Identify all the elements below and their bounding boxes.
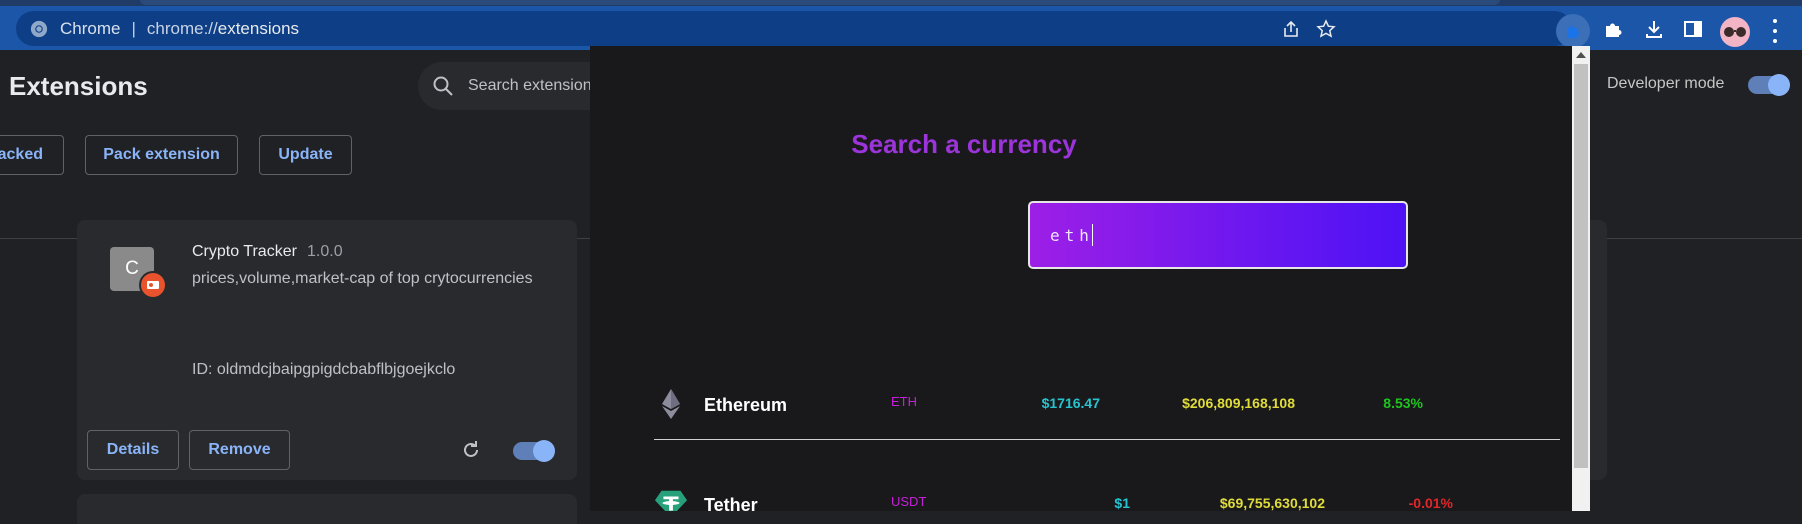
coin-change: -0.01% bbox=[1408, 495, 1453, 511]
ethereum-icon bbox=[654, 387, 688, 421]
coin-row[interactable]: Tether USDT $1 $69,755,630,102 -0.01% bbox=[654, 470, 1590, 511]
coin-row[interactable]: Ethereum ETH $1716.47 $206,809,168,108 8… bbox=[654, 370, 1560, 440]
coin-change: 8.53% bbox=[1383, 395, 1423, 411]
extension-enable-toggle[interactable] bbox=[513, 440, 555, 462]
crypto-tracker-popup: Search a currency eth Ethereum ETH $1716… bbox=[590, 46, 1590, 511]
tether-icon bbox=[654, 487, 688, 511]
puzzle-active-icon bbox=[1567, 26, 1579, 38]
extension-card: C Crypto Tracker 1.0.0 prices,volume,mar… bbox=[77, 220, 577, 480]
currency-search-input[interactable]: eth bbox=[1028, 201, 1408, 269]
browser-toolbar: Chrome | chrome://extensions bbox=[0, 6, 1802, 50]
developer-mode-toggle[interactable] bbox=[1748, 74, 1790, 96]
coin-symbol: USDT bbox=[891, 494, 927, 509]
coin-symbol: ETH bbox=[891, 394, 917, 409]
profile-avatar[interactable] bbox=[1720, 17, 1750, 47]
popup-scrollbar[interactable] bbox=[1572, 46, 1590, 511]
extension-id: ID: oldmdcjbaipgpigdcbabflbjgoejkclo bbox=[192, 361, 456, 378]
omnibox-separator: | bbox=[131, 18, 136, 38]
bookmark-star-icon[interactable] bbox=[1315, 18, 1337, 40]
extension-description: prices,volume,market-cap of top crytocur… bbox=[192, 270, 533, 287]
omnibox-scheme: Chrome bbox=[60, 18, 121, 38]
reload-icon[interactable] bbox=[459, 438, 483, 462]
popup-title-wrap: Search a currency bbox=[590, 129, 1590, 160]
details-button[interactable]: Details bbox=[87, 430, 179, 470]
coin-price: $1716.47 bbox=[1041, 395, 1100, 411]
currency-search-value: eth bbox=[1050, 225, 1094, 245]
remove-button[interactable]: Remove bbox=[189, 430, 290, 470]
unpacked-badge-icon bbox=[139, 271, 167, 299]
page-title: Extensions bbox=[9, 71, 148, 101]
extension-card-next bbox=[77, 494, 577, 524]
coin-market-cap: $206,809,168,108 bbox=[1182, 395, 1295, 411]
share-icon[interactable] bbox=[1280, 18, 1302, 40]
download-icon[interactable] bbox=[1642, 17, 1666, 41]
scrollbar-thumb[interactable] bbox=[1574, 64, 1588, 468]
address-bar[interactable]: Chrome | chrome://extensions bbox=[16, 11, 1572, 46]
coin-name: Ethereum bbox=[704, 395, 788, 415]
omnibox-url-prefix: chrome:// bbox=[146, 18, 218, 38]
omnibox-url: extensions bbox=[217, 18, 300, 38]
chrome-menu-icon[interactable] bbox=[1772, 19, 1778, 43]
side-panel-icon[interactable] bbox=[1681, 17, 1705, 41]
coin-name: Tether bbox=[704, 495, 758, 511]
load-unpacked-button[interactable]: acked bbox=[0, 135, 64, 175]
extension-name: Crypto Tracker bbox=[192, 243, 297, 260]
chrome-logo-icon bbox=[30, 20, 48, 37]
update-button[interactable]: Update bbox=[259, 135, 352, 175]
tab-strip-edge bbox=[140, 0, 1500, 5]
text-caret bbox=[1091, 224, 1093, 246]
search-icon bbox=[433, 76, 453, 96]
sunglasses-avatar-icon bbox=[1724, 27, 1746, 37]
coin-price: $1 bbox=[1114, 495, 1130, 511]
extension-version: 1.0.0 bbox=[307, 243, 343, 260]
popup-title: Search a currency bbox=[851, 129, 1077, 159]
scroll-up-arrow-icon[interactable] bbox=[1576, 52, 1586, 58]
crypto-tracker-extension-button[interactable] bbox=[1556, 14, 1590, 48]
extensions-puzzle-icon[interactable] bbox=[1601, 17, 1625, 41]
pack-extension-button[interactable]: Pack extension bbox=[85, 135, 238, 175]
developer-mode-label: Developer mode bbox=[1607, 75, 1725, 92]
coin-market-cap: $69,755,630,102 bbox=[1219, 495, 1325, 511]
